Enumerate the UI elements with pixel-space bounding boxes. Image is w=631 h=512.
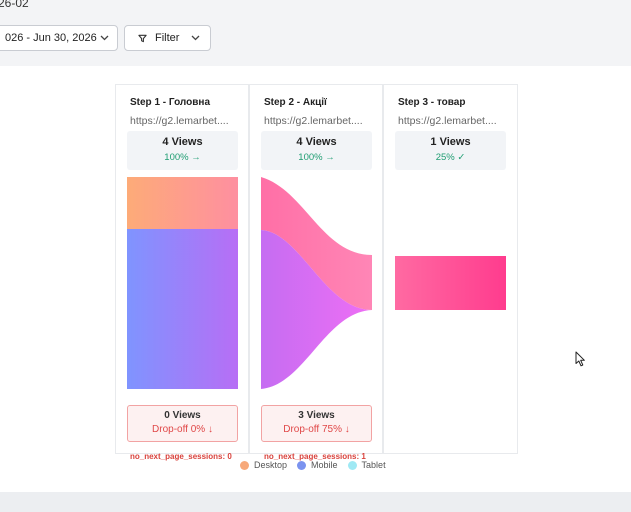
- mouse-cursor-icon: [575, 351, 585, 367]
- step3-bar[interactable]: [395, 256, 506, 310]
- legend-label: Tablet: [361, 460, 386, 470]
- step1-mobile-bar[interactable]: [127, 229, 238, 389]
- legend-item-desktop[interactable]: Desktop: [240, 460, 287, 470]
- legend-item-mobile[interactable]: Mobile: [297, 460, 338, 470]
- no-next-page-sessions: no_next_page_sessions: 0: [130, 452, 232, 461]
- legend-item-tablet[interactable]: Tablet: [347, 460, 386, 470]
- step1-desktop-bar[interactable]: [127, 177, 238, 229]
- legend-dot: [240, 460, 249, 470]
- legend-label: Desktop: [254, 460, 288, 470]
- legend-dot: [297, 460, 307, 470]
- funnel-flow-chart: [127, 177, 506, 389]
- chart-legend: Desktop Mobile Tablet: [240, 460, 386, 470]
- legend-label: Mobile: [311, 460, 338, 470]
- legend-dot: [347, 460, 357, 470]
